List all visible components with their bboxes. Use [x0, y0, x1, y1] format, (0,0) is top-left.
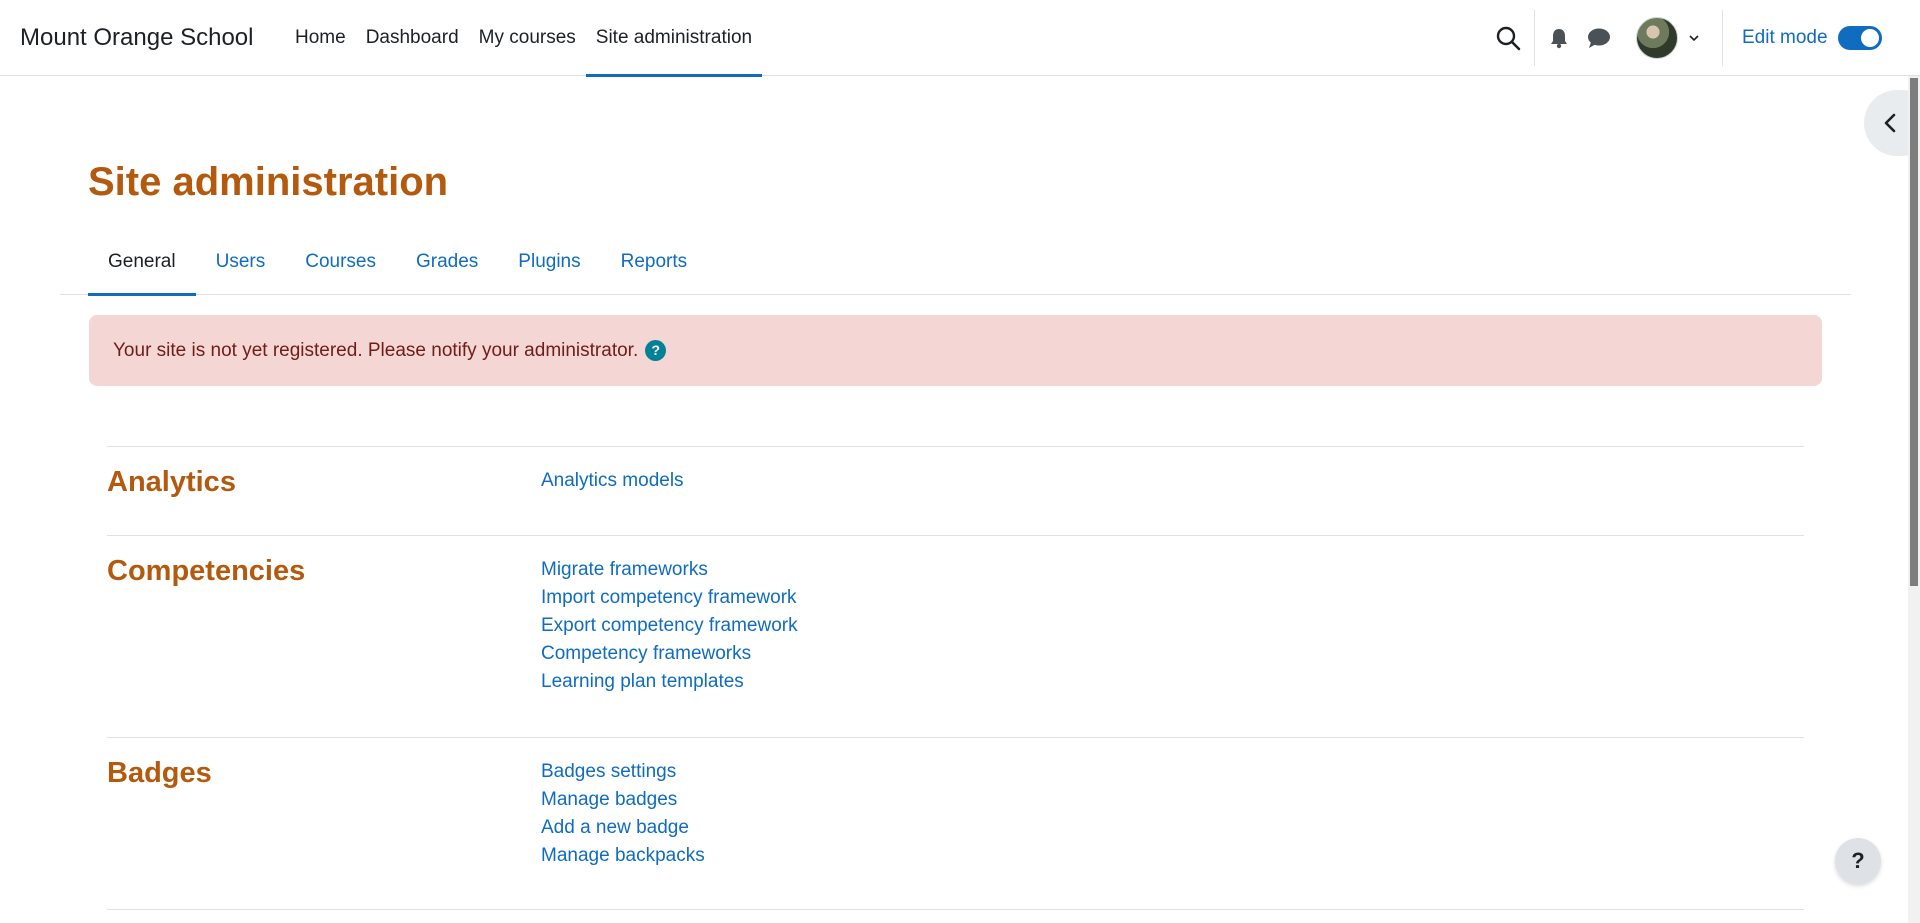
category-title: Analytics — [107, 466, 236, 498]
top-navbar: Mount Orange School Home Dashboard My co… — [0, 0, 1920, 77]
link-learning-plan-templates[interactable]: Learning plan templates — [541, 668, 798, 696]
search-icon[interactable] — [1494, 24, 1522, 52]
category-analytics: Analytics Analytics models — [107, 446, 1804, 535]
link-import-competency-framework[interactable]: Import competency framework — [541, 584, 798, 612]
avatar — [1636, 17, 1678, 59]
bell-icon[interactable] — [1548, 27, 1570, 49]
chevron-down-icon — [1689, 35, 1699, 42]
tab-grades[interactable]: Grades — [396, 228, 498, 295]
page-title: Site administration — [88, 160, 449, 204]
link-export-competency-framework[interactable]: Export competency framework — [541, 612, 798, 640]
tab-users[interactable]: Users — [196, 228, 286, 295]
site-name[interactable]: Mount Orange School — [20, 24, 253, 52]
footer-help-button[interactable]: ? — [1835, 838, 1881, 884]
nav-dashboard[interactable]: Dashboard — [356, 0, 469, 76]
link-manage-backpacks[interactable]: Manage backpacks — [541, 842, 705, 870]
link-migrate-frameworks[interactable]: Migrate frameworks — [541, 556, 798, 584]
nav-my-courses[interactable]: My courses — [469, 0, 586, 76]
registration-alert: Your site is not yet registered. Please … — [89, 315, 1822, 386]
link-analytics-models[interactable]: Analytics models — [541, 467, 684, 495]
navbar-divider — [1534, 10, 1535, 66]
edit-mode-label[interactable]: Edit mode — [1742, 27, 1828, 49]
help-icon[interactable]: ? — [645, 340, 667, 361]
link-badges-settings[interactable]: Badges settings — [541, 758, 705, 786]
tab-courses[interactable]: Courses — [285, 228, 396, 295]
link-add-new-badge[interactable]: Add a new badge — [541, 814, 705, 842]
chevron-left-icon — [1884, 113, 1896, 133]
category-title: Badges — [107, 757, 212, 789]
tab-list: General Users Courses Grades Plugins Rep… — [88, 228, 708, 296]
category-competencies: Competencies Migrate frameworks Import c… — [107, 535, 1804, 737]
scrollbar-thumb[interactable] — [1910, 78, 1918, 586]
user-menu-toggle[interactable] — [1636, 16, 1702, 60]
chat-icon[interactable] — [1587, 27, 1611, 49]
tab-reports[interactable]: Reports — [601, 228, 708, 295]
toggle-knob — [1860, 29, 1879, 47]
category-links: Migrate frameworks Import competency fra… — [541, 556, 798, 696]
edit-mode-control: Edit mode — [1742, 20, 1882, 56]
nav-home[interactable]: Home — [285, 0, 356, 76]
edit-mode-toggle[interactable] — [1837, 26, 1882, 50]
link-competency-frameworks[interactable]: Competency frameworks — [541, 640, 798, 668]
link-manage-badges[interactable]: Manage badges — [541, 786, 705, 814]
category-links: Analytics models — [541, 467, 684, 495]
navbar-divider — [1722, 10, 1723, 66]
admin-tabs: General Users Courses Grades Plugins Rep… — [60, 228, 1851, 296]
primary-navigation: Home Dashboard My courses Site administr… — [285, 0, 763, 77]
nav-site-administration[interactable]: Site administration — [585, 0, 763, 77]
category-title: Competencies — [107, 555, 306, 587]
category-badges: Badges Badges settings Manage badges Add… — [107, 737, 1804, 910]
tab-general[interactable]: General — [88, 228, 196, 296]
alert-message: Your site is not yet registered. Please … — [113, 339, 639, 361]
category-links: Badges settings Manage badges Add a new … — [541, 758, 705, 870]
tab-plugins[interactable]: Plugins — [498, 228, 600, 295]
